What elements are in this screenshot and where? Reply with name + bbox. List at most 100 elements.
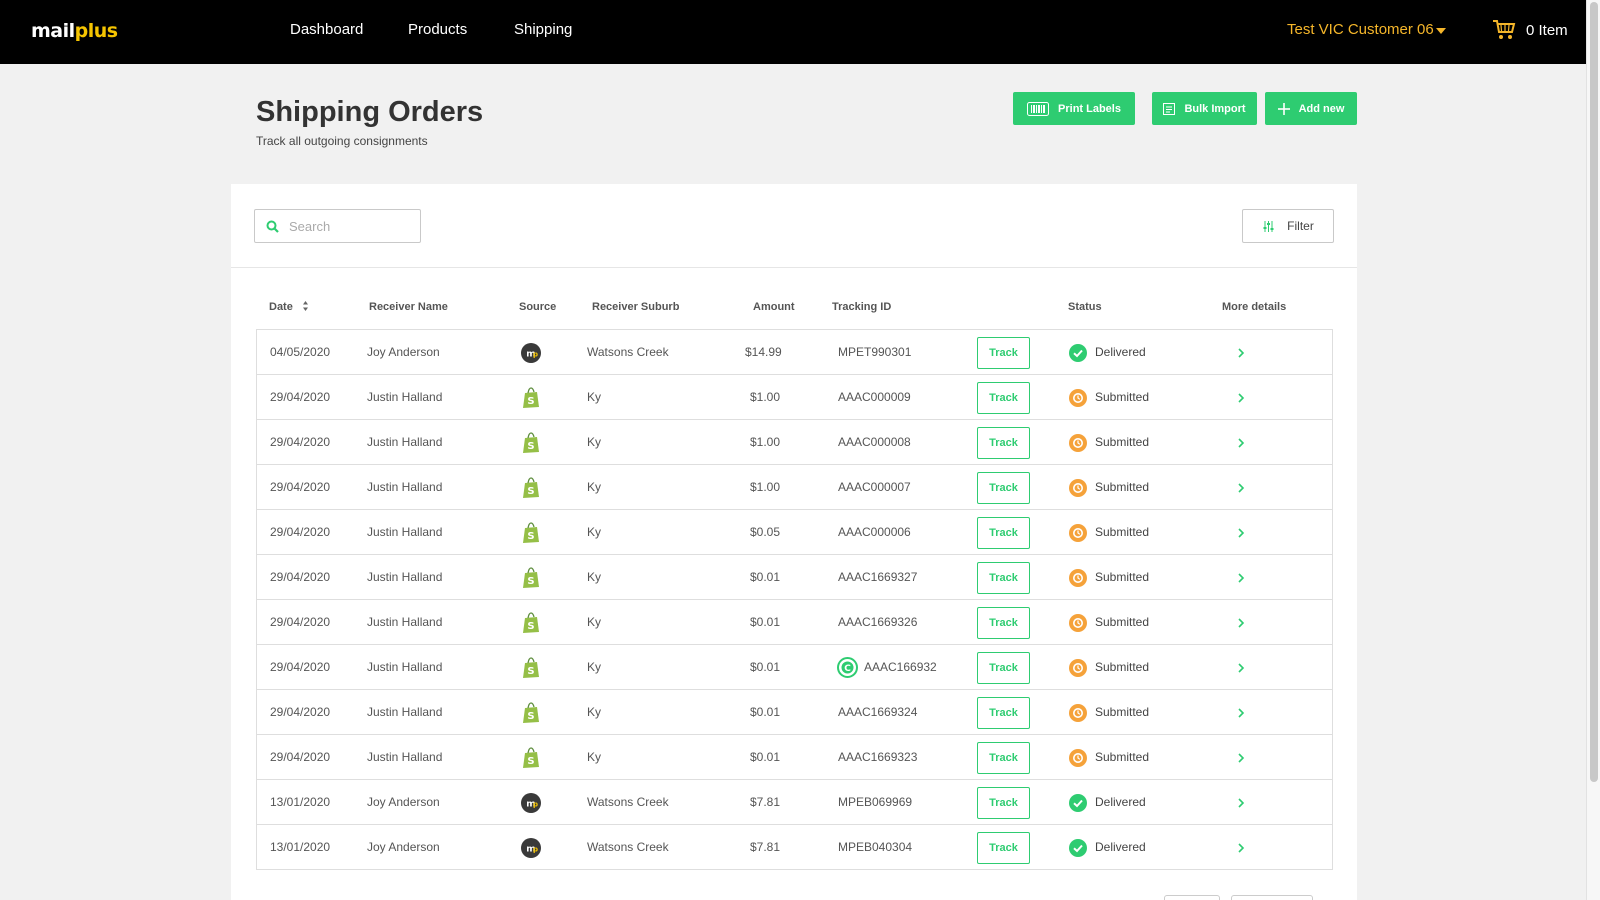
tracking-id: AAAC1669323 [838, 750, 918, 764]
table-row[interactable]: 29/04/2020 Justin Halland S Ky $0.01 AAAC1669… [256, 689, 1333, 735]
table-row[interactable]: 29/04/2020 Justin Halland S Ky $0.01 C AAAC166… [256, 644, 1333, 690]
col-header-suburb: Receiver Suburb [592, 301, 680, 313]
sort-icon[interactable] [302, 300, 309, 312]
order-amount: $0.01 [750, 750, 781, 764]
chevron-right-icon[interactable] [1237, 392, 1245, 404]
page-scrollbar[interactable] [1586, 0, 1600, 900]
filter-button[interactable]: Filter [1242, 209, 1334, 243]
col-header-date[interactable]: Date [269, 301, 293, 313]
bulk-import-button[interactable]: Bulk Import [1152, 92, 1257, 125]
order-date: 13/01/2020 [270, 840, 331, 854]
receiver-suburb: Watsons Creek [587, 795, 669, 809]
chevron-right-icon[interactable] [1237, 527, 1245, 539]
chevron-right-icon[interactable] [1237, 437, 1245, 449]
table-row[interactable]: 29/04/2020 Justin Halland S Ky $1.00 AAAC0000… [256, 374, 1333, 420]
order-amount: $1.00 [750, 435, 781, 449]
track-button[interactable]: Track [977, 337, 1030, 369]
tracking-id: AAAC166932 [864, 660, 937, 674]
track-button[interactable]: Track [977, 652, 1030, 684]
shopify-source-icon: S [523, 522, 539, 543]
pagination-size[interactable] [1231, 895, 1313, 900]
shopify-source-icon: S [523, 657, 539, 678]
page-subtitle: Track all outgoing consignments [256, 134, 428, 148]
divider [231, 267, 1357, 268]
pagination-pages[interactable] [1164, 895, 1220, 900]
status-label: Submitted [1095, 570, 1150, 584]
status-label: Submitted [1095, 750, 1150, 764]
chevron-right-icon[interactable] [1237, 752, 1245, 764]
chevron-right-icon[interactable] [1237, 707, 1245, 719]
chevron-right-icon[interactable] [1237, 617, 1245, 629]
track-button[interactable]: Track [977, 427, 1030, 459]
table-row[interactable]: 29/04/2020 Justin Halland S Ky $0.05 AAAC0000… [256, 509, 1333, 555]
status-label: Submitted [1095, 390, 1150, 404]
chevron-right-icon[interactable] [1237, 662, 1245, 674]
receiver-name: Justin Halland [367, 705, 443, 719]
table-row[interactable]: 29/04/2020 Justin Halland S Ky $1.00 AAAC0000… [256, 464, 1333, 510]
svg-text:S: S [527, 576, 534, 587]
chevron-right-icon[interactable] [1237, 842, 1245, 854]
chevron-right-icon[interactable] [1237, 482, 1245, 494]
user-menu[interactable]: Test VIC Customer 06 [1287, 21, 1434, 38]
nav-shipping[interactable]: Shipping [514, 21, 572, 38]
track-button[interactable]: Track [977, 472, 1030, 504]
search-icon [266, 220, 279, 233]
search-input[interactable] [289, 218, 409, 234]
track-button[interactable]: Track [977, 517, 1030, 549]
receiver-name: Justin Halland [367, 750, 443, 764]
track-button[interactable]: Track [977, 607, 1030, 639]
table-row[interactable]: 04/05/2020 Joy Anderson m p Watsons Creek $14… [256, 329, 1333, 375]
shopify-source-icon: S [523, 477, 539, 498]
order-date: 13/01/2020 [270, 795, 331, 809]
table-row[interactable]: 29/04/2020 Justin Halland S Ky $0.01 AAAC1669… [256, 734, 1333, 780]
nav-dashboard[interactable]: Dashboard [290, 21, 363, 38]
add-new-button[interactable]: Add new [1265, 92, 1357, 125]
table-row[interactable]: 29/04/2020 Justin Halland S Ky $0.01 AAAC1669… [256, 554, 1333, 600]
scroll-thumb[interactable] [1590, 2, 1598, 782]
track-button[interactable]: Track [977, 787, 1030, 819]
col-header-more-details: More details [1222, 301, 1287, 313]
search-box[interactable] [254, 209, 421, 243]
table-row[interactable]: 13/01/2020 Joy Anderson m p Watsons Creek $7.… [256, 824, 1333, 870]
mailplus-source-icon: mp [521, 793, 541, 813]
chevron-right-icon[interactable] [1237, 572, 1245, 584]
svg-text:S: S [527, 441, 534, 452]
order-date: 29/04/2020 [270, 705, 331, 719]
chevron-right-icon[interactable] [1237, 347, 1245, 359]
orders-card: Filter Date Receiver Name Source Receive… [231, 184, 1357, 900]
order-amount: $7.81 [750, 795, 781, 809]
submitted-clock-icon [1069, 569, 1087, 587]
mailplus-logo[interactable]: mailplus [31, 20, 118, 42]
cart-icon[interactable] [1492, 19, 1516, 41]
track-button[interactable]: Track [977, 697, 1030, 729]
svg-text:S: S [527, 486, 534, 497]
submitted-clock-icon [1069, 749, 1087, 767]
track-button[interactable]: Track [977, 742, 1030, 774]
receiver-name: Justin Halland [367, 480, 443, 494]
svg-text:S: S [527, 711, 534, 722]
receiver-suburb: Ky [587, 750, 602, 764]
receiver-suburb: Ky [587, 660, 602, 674]
table-row[interactable]: 13/01/2020 Joy Anderson m p Watsons Creek $7.… [256, 779, 1333, 825]
svg-text:p: p [533, 801, 538, 809]
track-button[interactable]: Track [977, 832, 1030, 864]
submitted-clock-icon [1069, 389, 1087, 407]
order-date: 29/04/2020 [270, 660, 331, 674]
chevron-right-icon[interactable] [1237, 797, 1245, 809]
col-header-status: Status [1068, 301, 1102, 313]
delivered-check-icon [1069, 839, 1087, 857]
nav-products[interactable]: Products [408, 21, 467, 38]
status-label: Delivered [1095, 840, 1146, 854]
track-button[interactable]: Track [977, 382, 1030, 414]
svg-text:S: S [527, 621, 534, 632]
receiver-suburb: Watsons Creek [587, 345, 669, 359]
tracking-id: AAAC000007 [838, 480, 911, 494]
page-title: Shipping Orders [256, 96, 484, 128]
receiver-suburb: Ky [587, 705, 602, 719]
caret-down-icon[interactable] [1436, 28, 1446, 34]
cart-count[interactable]: 0 Item [1526, 22, 1568, 39]
print-labels-button[interactable]: Print Labels [1013, 92, 1135, 125]
track-button[interactable]: Track [977, 562, 1030, 594]
table-row[interactable]: 29/04/2020 Justin Halland S Ky $0.01 AAAC1669… [256, 599, 1333, 645]
table-row[interactable]: 29/04/2020 Justin Halland S Ky $1.00 AAAC0000… [256, 419, 1333, 465]
